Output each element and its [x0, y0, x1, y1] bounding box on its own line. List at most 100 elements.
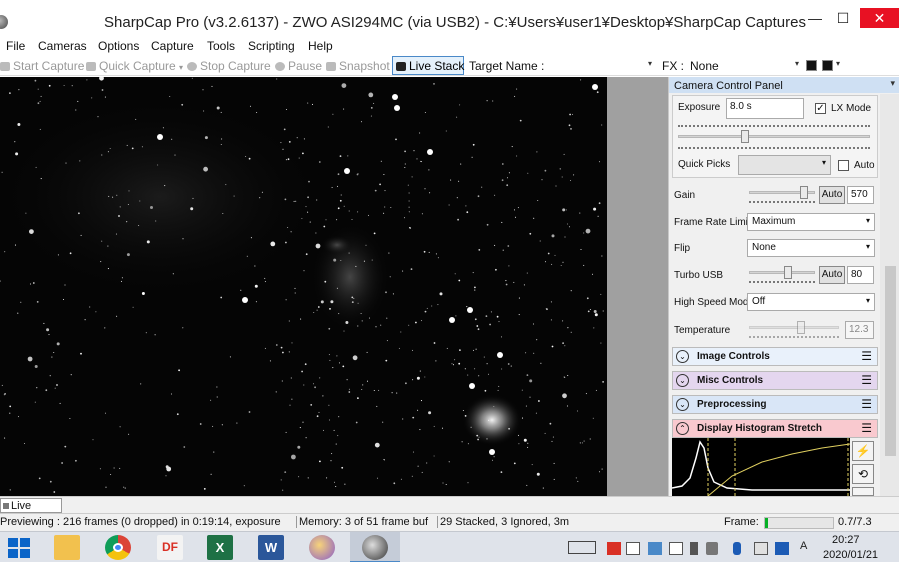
star	[172, 273, 174, 275]
live-stack-button[interactable]: Live Stack	[392, 56, 464, 75]
sharpcap-taskbar-item[interactable]	[350, 532, 400, 562]
volume-icon[interactable]	[706, 542, 718, 555]
star	[120, 280, 123, 282]
ht-tray-icon[interactable]	[626, 542, 640, 555]
star	[600, 342, 602, 344]
close-button[interactable]: ✕	[860, 8, 899, 28]
lx-mode-checkbox[interactable]: ✓	[815, 103, 826, 114]
menu-icon[interactable]: ☰	[861, 422, 872, 434]
section-display-histogram-stretch[interactable]: ⌃ Display Histogram Stretch ☰	[672, 419, 878, 438]
quick-capture-button[interactable]: Quick Capture ▾	[86, 59, 183, 73]
stop-capture-button[interactable]: Stop Capture	[187, 59, 271, 73]
star	[341, 83, 347, 88]
star	[343, 205, 345, 207]
star	[435, 360, 437, 362]
frame-rate-limit-select[interactable]: Maximum ▾	[747, 213, 875, 231]
turbo-usb-slider-track[interactable]	[749, 271, 815, 274]
quick-capture-dropdown-icon[interactable]: ▾	[179, 63, 183, 72]
bluetooth-icon[interactable]	[733, 542, 741, 555]
pin-icon[interactable]: ▾	[890, 78, 895, 89]
section-image-controls[interactable]: ⌄ Image Controls ☰	[672, 347, 878, 366]
flip-select[interactable]: None ▾	[747, 239, 875, 257]
no-network-icon[interactable]	[754, 542, 768, 555]
star	[285, 299, 287, 301]
display-icon[interactable]	[775, 542, 789, 555]
star	[39, 100, 41, 102]
histogram-extra-button[interactable]	[852, 487, 874, 496]
star	[164, 185, 166, 187]
menu-cameras[interactable]: Cameras	[38, 39, 87, 53]
menu-options[interactable]: Options	[98, 39, 139, 53]
star	[108, 195, 110, 197]
df-app-icon[interactable]: DF	[157, 535, 183, 560]
fx-select[interactable]: None	[690, 59, 719, 73]
network-tray-icon[interactable]	[648, 542, 662, 555]
clock-date[interactable]: 2020/01/21	[823, 549, 878, 561]
menu-scripting[interactable]: Scripting	[248, 39, 295, 53]
turbo-usb-value-input[interactable]: 80	[847, 266, 874, 284]
word-icon[interactable]: W	[258, 535, 284, 560]
section-misc-controls[interactable]: ⌄ Misc Controls ☰	[672, 371, 878, 390]
fx-dropdown-icon[interactable]: ▾	[795, 59, 799, 68]
star	[342, 365, 345, 368]
tab-live-stack[interactable]: Live Stack	[0, 498, 62, 524]
star	[378, 389, 380, 391]
star	[419, 429, 421, 431]
section-preprocessing[interactable]: ⌄ Preprocessing ☰	[672, 395, 878, 414]
pause-button[interactable]: Pause	[275, 59, 322, 73]
title-bar[interactable]: SharpCap Pro (v3.2.6137) - ZWO ASI294MC …	[0, 0, 899, 36]
target-name-dropdown-icon[interactable]: ▾	[648, 59, 652, 68]
windows-start-icon[interactable]	[8, 538, 30, 558]
exposure-slider-thumb[interactable]	[740, 130, 749, 143]
keyboard-icon[interactable]	[568, 541, 596, 554]
snapshot-button[interactable]: Snapshot	[326, 59, 390, 73]
excel-icon[interactable]: X	[207, 535, 233, 560]
file-explorer-icon[interactable]	[54, 535, 80, 560]
star	[132, 306, 134, 308]
gain-value-input[interactable]: 570	[847, 186, 874, 204]
frame-rate-limit-label: Frame Rate Limit	[674, 217, 751, 228]
star	[563, 153, 565, 155]
star	[182, 327, 184, 329]
star	[128, 433, 130, 435]
battery-icon[interactable]	[690, 542, 698, 555]
menu-icon[interactable]: ☰	[861, 374, 872, 386]
menu-icon[interactable]: ☰	[861, 350, 872, 362]
minimize-button[interactable]: —	[800, 8, 830, 28]
clock-time[interactable]: 20:27	[832, 534, 860, 546]
auto-stretch-button[interactable]: ⚡	[852, 441, 874, 461]
maximize-button[interactable]: ☐	[828, 8, 858, 28]
menu-help[interactable]: Help	[308, 39, 333, 53]
panel-scrollbar-thumb[interactable]	[885, 266, 896, 456]
histogram-display[interactable]	[672, 438, 850, 496]
star	[536, 339, 538, 341]
turbo-usb-auto-button[interactable]: Auto	[819, 266, 845, 284]
panel-scrollbar[interactable]	[880, 94, 899, 496]
menu-capture[interactable]: Capture	[151, 39, 194, 53]
image-viewer[interactable]	[0, 77, 607, 496]
menu-file[interactable]: File	[6, 39, 25, 53]
auto-checkbox[interactable]	[838, 160, 849, 171]
quick-picks-select[interactable]: ▾	[738, 155, 831, 175]
sync-tray-icon[interactable]	[669, 542, 683, 555]
star	[331, 186, 333, 189]
star	[355, 265, 357, 267]
swatch-dropdown-icon[interactable]: ▾	[836, 59, 840, 68]
ime-indicator[interactable]: A	[800, 540, 807, 553]
color-swatch-icon[interactable]	[822, 60, 833, 71]
turbo-usb-slider-thumb[interactable]	[783, 266, 792, 279]
paint-icon[interactable]	[309, 535, 335, 560]
start-capture-button[interactable]: Start Capture	[0, 59, 84, 73]
acrobat-tray-icon[interactable]	[607, 542, 621, 555]
high-speed-mode-select[interactable]: Off ▾	[747, 293, 875, 311]
gain-auto-button[interactable]: Auto	[819, 186, 845, 204]
chrome-icon[interactable]	[105, 535, 131, 560]
menu-tools[interactable]: Tools	[207, 39, 235, 53]
menu-icon[interactable]: ☰	[861, 398, 872, 410]
exposure-slider-track[interactable]	[678, 135, 870, 138]
gain-slider-thumb[interactable]	[800, 186, 809, 199]
star	[467, 443, 469, 445]
exposure-input[interactable]: 8.0 s	[726, 98, 804, 119]
color-swatch-icon[interactable]	[806, 60, 817, 71]
reset-stretch-button[interactable]: ⟲	[852, 464, 874, 484]
